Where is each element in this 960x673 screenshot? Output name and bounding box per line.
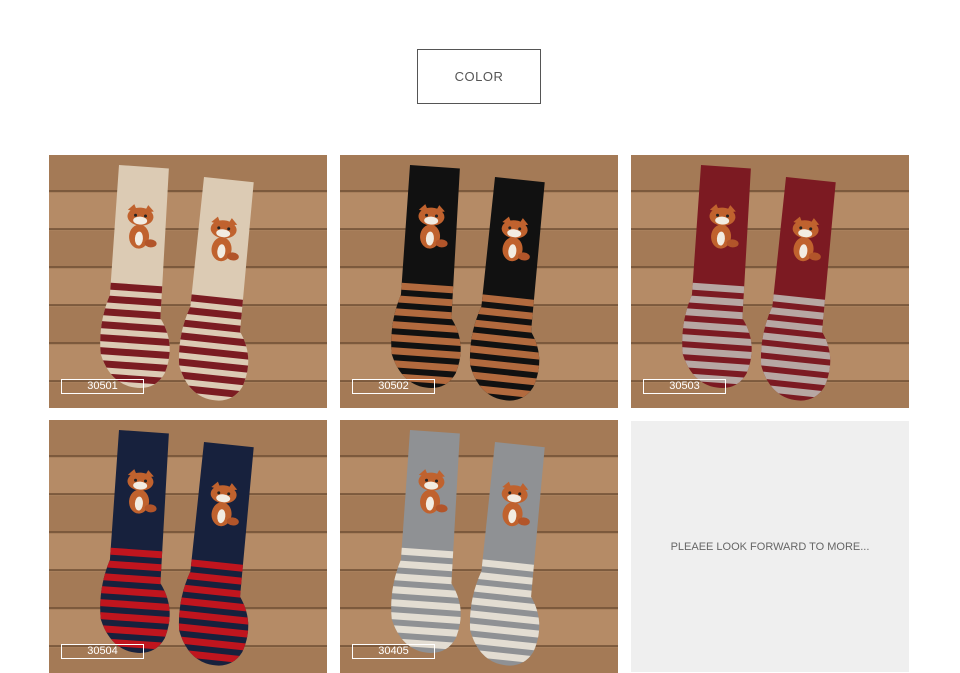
product-code-label: 30504 <box>61 644 144 659</box>
product-tile-2[interactable]: 30502 <box>340 155 618 408</box>
product-code-label: 30405 <box>352 644 435 659</box>
sock-photo-4 <box>49 420 327 673</box>
product-tile-1[interactable]: 30501 <box>49 155 327 408</box>
sock-photo-3 <box>631 155 909 408</box>
product-code-label: 30503 <box>643 379 726 394</box>
product-tile-5[interactable]: 30405 <box>340 420 618 673</box>
product-code-label: 30501 <box>61 379 144 394</box>
product-tile-3[interactable]: 30503 <box>631 155 909 408</box>
product-code-label: 30502 <box>352 379 435 394</box>
color-heading-box: COLOR <box>417 49 541 104</box>
color-heading: COLOR <box>454 69 504 84</box>
sock-photo-2 <box>340 155 618 408</box>
sock-photo-5 <box>340 420 618 673</box>
sock-photo-1 <box>49 155 327 408</box>
coming-soon-text: PLEAEE LOOK FORWARD TO MORE... <box>670 540 870 553</box>
product-tile-4[interactable]: 30504 <box>49 420 327 673</box>
coming-soon-panel: PLEAEE LOOK FORWARD TO MORE... <box>631 421 909 672</box>
